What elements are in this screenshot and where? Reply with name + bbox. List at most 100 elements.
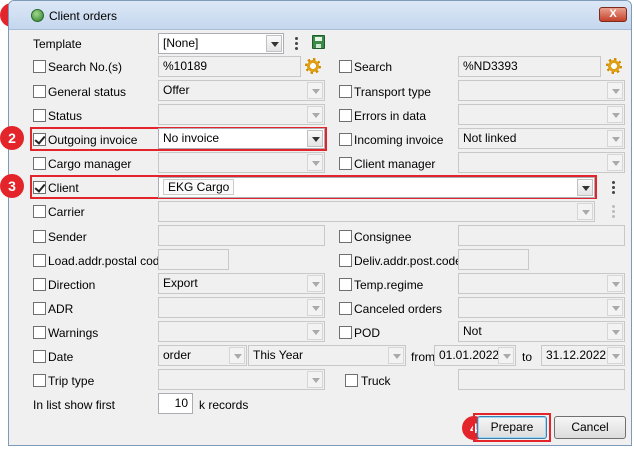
carrier-select[interactable] <box>158 201 595 222</box>
template-menu-icon[interactable] <box>295 37 298 50</box>
cargo-manager-select[interactable] <box>158 152 325 173</box>
carrier-dropdown-arrow-icon[interactable] <box>577 203 593 220</box>
cargo-manager-checkbox[interactable] <box>33 157 46 170</box>
date-from-value: 01.01.2022 <box>439 348 500 362</box>
date-field-dropdown-arrow-icon[interactable] <box>229 347 245 364</box>
incoming-invoice-select[interactable]: Not linked <box>458 128 625 149</box>
date-period-dropdown-arrow-icon[interactable] <box>388 347 404 364</box>
canceled-orders-dropdown-arrow-icon[interactable] <box>607 299 623 316</box>
adr-label: ADR <box>48 302 74 316</box>
canceled-orders-checkbox[interactable] <box>339 302 352 315</box>
deliv-postal-checkbox[interactable] <box>339 254 352 267</box>
search-input[interactable]: %ND3393 <box>458 56 601 77</box>
date-period-select[interactable]: This Year <box>248 345 406 366</box>
transport-type-dropdown-arrow-icon[interactable] <box>607 82 623 99</box>
truck-input[interactable] <box>458 369 625 390</box>
general-status-dropdown-arrow-icon[interactable] <box>307 82 323 99</box>
date-field-select[interactable]: order <box>158 345 247 366</box>
transport-type-select[interactable] <box>458 80 625 101</box>
cancel-button[interactable]: Cancel <box>554 416 626 439</box>
transport-type-label: Transport type <box>354 85 431 99</box>
direction-dropdown-arrow-icon[interactable] <box>307 275 323 292</box>
client-checkbox[interactable] <box>33 181 46 194</box>
temp-regime-checkbox[interactable] <box>339 278 352 291</box>
template-select[interactable]: [None] <box>158 33 284 54</box>
client-menu-icon[interactable] <box>612 181 615 194</box>
warnings-select[interactable] <box>158 321 325 342</box>
direction-value: Export <box>163 276 198 290</box>
status-dropdown-arrow-icon[interactable] <box>307 106 323 123</box>
temp-regime-select[interactable] <box>458 273 625 294</box>
errors-in-data-checkbox[interactable] <box>339 109 352 122</box>
trip-type-dropdown-arrow-icon[interactable] <box>307 371 323 388</box>
search-no-settings-gear-icon[interactable] <box>305 58 321 74</box>
client-dropdown-arrow-icon[interactable] <box>577 179 593 196</box>
adr-select[interactable] <box>158 297 325 318</box>
trip-type-checkbox[interactable] <box>33 374 46 387</box>
load-postal-checkbox[interactable] <box>33 254 46 267</box>
status-select[interactable] <box>158 104 325 125</box>
warnings-dropdown-arrow-icon[interactable] <box>307 323 323 340</box>
errors-in-data-select[interactable] <box>458 104 625 125</box>
consignee-input[interactable] <box>458 225 625 246</box>
sender-input[interactable] <box>158 225 325 246</box>
load-postal-label: Load.addr.postal code <box>48 254 167 268</box>
close-button[interactable]: X <box>599 7 627 22</box>
incoming-invoice-checkbox[interactable] <box>339 133 352 146</box>
client-manager-dropdown-arrow-icon[interactable] <box>607 154 623 171</box>
sender-checkbox[interactable] <box>33 230 46 243</box>
client-manager-checkbox[interactable] <box>339 157 352 170</box>
temp-regime-dropdown-arrow-icon[interactable] <box>607 275 623 292</box>
list-show-input[interactable]: 10 <box>158 393 193 414</box>
list-show-label: In list show first <box>33 398 116 412</box>
search-checkbox[interactable] <box>339 60 352 73</box>
save-template-icon[interactable] <box>312 35 325 49</box>
cargo-manager-dropdown-arrow-icon[interactable] <box>307 154 323 171</box>
trip-type-select[interactable] <box>158 369 325 390</box>
date-checkbox[interactable] <box>33 350 46 363</box>
date-to-calendar-arrow-icon[interactable] <box>607 347 623 364</box>
truck-checkbox[interactable] <box>345 374 358 387</box>
incoming-invoice-dropdown-arrow-icon[interactable] <box>607 130 623 147</box>
load-postal-input[interactable] <box>158 249 229 270</box>
warnings-checkbox[interactable] <box>33 326 46 339</box>
date-from-calendar-arrow-icon[interactable] <box>498 347 514 364</box>
client-manager-select[interactable] <box>458 152 625 173</box>
direction-label: Direction <box>48 278 96 292</box>
date-to-picker[interactable]: 31.12.2022 <box>541 345 625 366</box>
pod-checkbox[interactable] <box>339 326 352 339</box>
pod-select[interactable]: Not <box>458 321 625 342</box>
direction-select[interactable]: Export <box>158 273 325 294</box>
consignee-checkbox[interactable] <box>339 230 352 243</box>
canceled-orders-select[interactable] <box>458 297 625 318</box>
client-label: Client <box>48 181 79 195</box>
template-dropdown-arrow-icon[interactable] <box>266 35 282 52</box>
status-checkbox[interactable] <box>33 109 46 122</box>
search-no-input[interactable]: %10189 <box>158 56 301 77</box>
client-manager-label: Client manager <box>354 157 436 171</box>
adr-dropdown-arrow-icon[interactable] <box>307 299 323 316</box>
carrier-checkbox[interactable] <box>33 205 46 218</box>
outgoing-invoice-dropdown-arrow-icon[interactable] <box>307 130 323 147</box>
deliv-postal-input[interactable] <box>458 249 529 270</box>
search-no-checkbox[interactable] <box>33 60 46 73</box>
pod-dropdown-arrow-icon[interactable] <box>607 323 623 340</box>
search-settings-gear-icon[interactable] <box>606 58 622 74</box>
carrier-menu-icon[interactable] <box>612 205 615 218</box>
client-select[interactable]: EKG Cargo <box>158 177 595 198</box>
general-status-select[interactable]: Offer <box>158 80 325 101</box>
date-to-label: to <box>522 350 533 364</box>
step-badge-2: 2 <box>0 126 24 150</box>
direction-checkbox[interactable] <box>33 278 46 291</box>
deliv-postal-label: Deliv.addr.post.code <box>354 254 462 268</box>
outgoing-invoice-checkbox[interactable] <box>33 133 46 146</box>
adr-checkbox[interactable] <box>33 302 46 315</box>
outgoing-invoice-select[interactable]: No invoice <box>158 128 325 149</box>
errors-in-data-label: Errors in data <box>354 109 427 123</box>
truck-label: Truck <box>361 374 391 388</box>
general-status-checkbox[interactable] <box>33 85 46 98</box>
date-from-picker[interactable]: 01.01.2022 <box>434 345 516 366</box>
transport-type-checkbox[interactable] <box>339 85 352 98</box>
list-show-suffix: k records <box>199 398 249 412</box>
errors-in-data-dropdown-arrow-icon[interactable] <box>607 106 623 123</box>
